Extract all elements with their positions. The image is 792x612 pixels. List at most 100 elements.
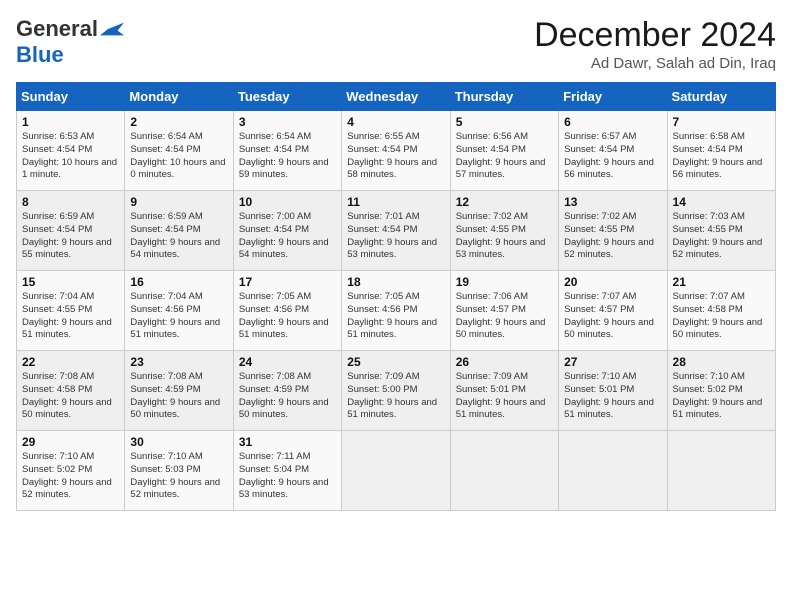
calendar-cell: 20 Sunrise: 7:07 AM Sunset: 4:57 PM Dayli… [559, 271, 667, 351]
cell-daylight-info: Sunrise: 7:08 AM Sunset: 4:59 PM Dayligh… [239, 371, 336, 422]
logo-bird-icon [100, 21, 124, 37]
cell-daylight-info: Sunrise: 7:05 AM Sunset: 4:56 PM Dayligh… [347, 291, 444, 342]
title-area: December 2024 Ad Dawr, Salah ad Din, Ira… [534, 16, 776, 72]
cell-daylight-info: Sunrise: 7:10 AM Sunset: 5:01 PM Dayligh… [564, 371, 661, 422]
day-number: 26 [456, 355, 553, 369]
col-header-wednesday: Wednesday [342, 83, 450, 111]
calendar-cell: 25 Sunrise: 7:09 AM Sunset: 5:00 PM Dayli… [342, 351, 450, 431]
day-number: 31 [239, 435, 336, 449]
calendar-cell: 28 Sunrise: 7:10 AM Sunset: 5:02 PM Dayli… [667, 351, 775, 431]
day-number: 21 [673, 275, 770, 289]
cell-daylight-info: Sunrise: 7:06 AM Sunset: 4:57 PM Dayligh… [456, 291, 553, 342]
logo-blue: Blue [16, 42, 64, 67]
day-number: 23 [130, 355, 227, 369]
calendar-cell: 22Sunrise: 7:08 AM Sunset: 4:58 PM Dayli… [17, 351, 125, 431]
day-number: 9 [130, 195, 227, 209]
logo-general: General [16, 16, 98, 42]
cell-daylight-info: Sunrise: 7:09 AM Sunset: 5:00 PM Dayligh… [347, 371, 444, 422]
day-number: 12 [456, 195, 553, 209]
calendar-cell: 10Sunrise: 7:00 AM Sunset: 4:54 PM Dayli… [233, 191, 341, 271]
logo: General Blue [16, 16, 124, 68]
day-number: 5 [456, 115, 553, 129]
calendar-cell: 14 Sunrise: 7:03 AM Sunset: 4:55 PM Dayli… [667, 191, 775, 271]
cell-daylight-info: Sunrise: 7:10 AM Sunset: 5:02 PM Dayligh… [22, 451, 119, 502]
week-row-3: 15 Sunrise: 7:04 AM Sunset: 4:55 PM Dayli… [17, 271, 776, 351]
day-number: 19 [456, 275, 553, 289]
cell-daylight-info: Sunrise: 7:08 AM Sunset: 4:58 PM Dayligh… [22, 371, 119, 422]
calendar-cell: 11Sunrise: 7:01 AM Sunset: 4:54 PM Dayli… [342, 191, 450, 271]
day-number: 2 [130, 115, 227, 129]
calendar-cell: 6 Sunrise: 6:57 AM Sunset: 4:54 PM Daylig… [559, 111, 667, 191]
day-number: 8 [22, 195, 119, 209]
cell-daylight-info: Sunrise: 7:11 AM Sunset: 5:04 PM Dayligh… [239, 451, 336, 502]
calendar-cell: 21 Sunrise: 7:07 AM Sunset: 4:58 PM Dayli… [667, 271, 775, 351]
calendar-cell: 26 Sunrise: 7:09 AM Sunset: 5:01 PM Dayli… [450, 351, 558, 431]
calendar-cell: 23 Sunrise: 7:08 AM Sunset: 4:59 PM Dayli… [125, 351, 233, 431]
calendar-cell: 5 Sunrise: 6:56 AM Sunset: 4:54 PM Daylig… [450, 111, 558, 191]
cell-daylight-info: Sunrise: 7:08 AM Sunset: 4:59 PM Dayligh… [130, 371, 227, 422]
calendar-cell: 9 Sunrise: 6:59 AM Sunset: 4:54 PM Daylig… [125, 191, 233, 271]
calendar-cell: 30Sunrise: 7:10 AM Sunset: 5:03 PM Dayli… [125, 431, 233, 511]
month-title: December 2024 [534, 16, 776, 55]
cell-daylight-info: Sunrise: 7:04 AM Sunset: 4:55 PM Dayligh… [22, 291, 119, 342]
calendar-cell: 16Sunrise: 7:04 AM Sunset: 4:56 PM Dayli… [125, 271, 233, 351]
calendar-cell [450, 431, 558, 511]
cell-daylight-info: Sunrise: 7:03 AM Sunset: 4:55 PM Dayligh… [673, 211, 770, 262]
cell-daylight-info: Sunrise: 7:02 AM Sunset: 4:55 PM Dayligh… [456, 211, 553, 262]
day-number: 6 [564, 115, 661, 129]
header: General Blue December 2024 Ad Dawr, Sala… [16, 16, 776, 72]
cell-daylight-info: Sunrise: 6:59 AM Sunset: 4:54 PM Dayligh… [22, 211, 119, 262]
cell-daylight-info: Sunrise: 6:54 AM Sunset: 4:54 PM Dayligh… [239, 131, 336, 182]
calendar-cell [559, 431, 667, 511]
day-number: 20 [564, 275, 661, 289]
cell-daylight-info: Sunrise: 7:10 AM Sunset: 5:02 PM Dayligh… [673, 371, 770, 422]
cell-daylight-info: Sunrise: 7:10 AM Sunset: 5:03 PM Dayligh… [130, 451, 227, 502]
calendar-body: 1Sunrise: 6:53 AM Sunset: 4:54 PM Daylig… [17, 111, 776, 511]
calendar-cell: 27 Sunrise: 7:10 AM Sunset: 5:01 PM Dayli… [559, 351, 667, 431]
calendar-cell [667, 431, 775, 511]
cell-daylight-info: Sunrise: 7:01 AM Sunset: 4:54 PM Dayligh… [347, 211, 444, 262]
day-number: 27 [564, 355, 661, 369]
cell-daylight-info: Sunrise: 6:59 AM Sunset: 4:54 PM Dayligh… [130, 211, 227, 262]
calendar-cell: 4Sunrise: 6:55 AM Sunset: 4:54 PM Daylig… [342, 111, 450, 191]
cell-daylight-info: Sunrise: 7:05 AM Sunset: 4:56 PM Dayligh… [239, 291, 336, 342]
col-header-thursday: Thursday [450, 83, 558, 111]
column-headers-row: SundayMondayTuesdayWednesdayThursdayFrid… [17, 83, 776, 111]
calendar-cell: 15 Sunrise: 7:04 AM Sunset: 4:55 PM Dayli… [17, 271, 125, 351]
day-number: 10 [239, 195, 336, 209]
calendar-cell: 31 Sunrise: 7:11 AM Sunset: 5:04 PM Dayli… [233, 431, 341, 511]
calendar-cell: 8 Sunrise: 6:59 AM Sunset: 4:54 PM Daylig… [17, 191, 125, 271]
day-number: 4 [347, 115, 444, 129]
calendar-cell: 2 Sunrise: 6:54 AM Sunset: 4:54 PM Daylig… [125, 111, 233, 191]
week-row-2: 8 Sunrise: 6:59 AM Sunset: 4:54 PM Daylig… [17, 191, 776, 271]
calendar-table: SundayMondayTuesdayWednesdayThursdayFrid… [16, 82, 776, 511]
cell-daylight-info: Sunrise: 6:57 AM Sunset: 4:54 PM Dayligh… [564, 131, 661, 182]
week-row-1: 1Sunrise: 6:53 AM Sunset: 4:54 PM Daylig… [17, 111, 776, 191]
day-number: 16 [130, 275, 227, 289]
day-number: 14 [673, 195, 770, 209]
cell-daylight-info: Sunrise: 7:09 AM Sunset: 5:01 PM Dayligh… [456, 371, 553, 422]
col-header-monday: Monday [125, 83, 233, 111]
calendar-cell: 29 Sunrise: 7:10 AM Sunset: 5:02 PM Dayli… [17, 431, 125, 511]
cell-daylight-info: Sunrise: 7:07 AM Sunset: 4:57 PM Dayligh… [564, 291, 661, 342]
cell-daylight-info: Sunrise: 7:02 AM Sunset: 4:55 PM Dayligh… [564, 211, 661, 262]
day-number: 15 [22, 275, 119, 289]
calendar-cell: 19 Sunrise: 7:06 AM Sunset: 4:57 PM Dayli… [450, 271, 558, 351]
cell-daylight-info: Sunrise: 7:07 AM Sunset: 4:58 PM Dayligh… [673, 291, 770, 342]
day-number: 7 [673, 115, 770, 129]
cell-daylight-info: Sunrise: 6:54 AM Sunset: 4:54 PM Dayligh… [130, 131, 227, 182]
cell-daylight-info: Sunrise: 6:56 AM Sunset: 4:54 PM Dayligh… [456, 131, 553, 182]
day-number: 25 [347, 355, 444, 369]
day-number: 18 [347, 275, 444, 289]
day-number: 3 [239, 115, 336, 129]
day-number: 28 [673, 355, 770, 369]
calendar-cell: 17Sunrise: 7:05 AM Sunset: 4:56 PM Dayli… [233, 271, 341, 351]
calendar-cell: 7 Sunrise: 6:58 AM Sunset: 4:54 PM Daylig… [667, 111, 775, 191]
col-header-friday: Friday [559, 83, 667, 111]
col-header-tuesday: Tuesday [233, 83, 341, 111]
col-header-sunday: Sunday [17, 83, 125, 111]
day-number: 13 [564, 195, 661, 209]
day-number: 29 [22, 435, 119, 449]
cell-daylight-info: Sunrise: 6:53 AM Sunset: 4:54 PM Dayligh… [22, 131, 119, 182]
cell-daylight-info: Sunrise: 6:58 AM Sunset: 4:54 PM Dayligh… [673, 131, 770, 182]
